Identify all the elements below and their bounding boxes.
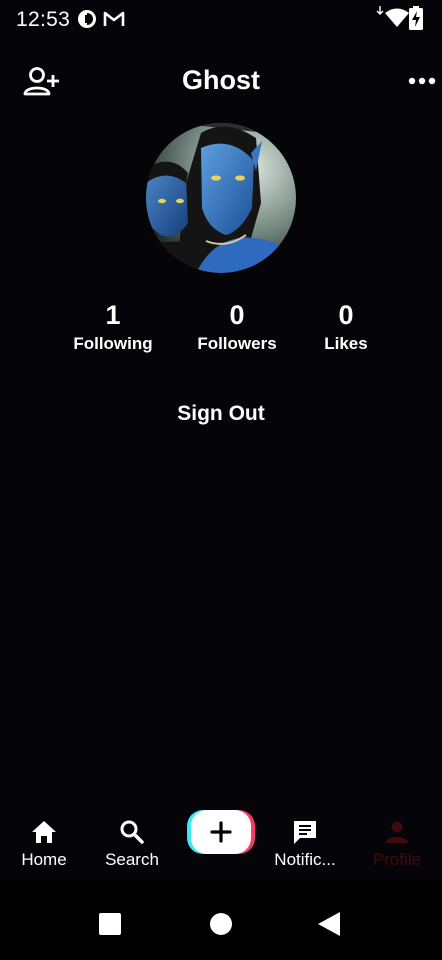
sign-out-button[interactable]: Sign Out <box>0 402 442 426</box>
nav-search-label: Search <box>105 850 159 869</box>
profile-screen: 12:53 Ghost 1 Following 0 Followers 0 Li… <box>0 0 442 880</box>
nav-notifications-label: Notific... <box>274 850 336 869</box>
nav-search[interactable]: Search <box>88 816 176 870</box>
person-icon <box>353 816 441 848</box>
nav-profile-label: Profile <box>372 850 422 869</box>
battery-charging-icon <box>409 6 423 30</box>
gmail-icon <box>103 9 125 29</box>
more-horizontal-icon[interactable] <box>408 68 436 96</box>
wifi-icon <box>385 8 409 28</box>
likes-label: Likes <box>324 334 368 353</box>
search-icon <box>88 816 176 848</box>
stat-following[interactable]: 1 Following <box>58 298 168 354</box>
home-circle-icon[interactable] <box>210 913 232 940</box>
stat-followers[interactable]: 0 Followers <box>182 298 292 354</box>
likes-count: 0 <box>338 300 354 330</box>
following-count: 1 <box>105 300 121 330</box>
nav-home-label: Home <box>21 850 67 869</box>
followers-count: 0 <box>229 300 245 330</box>
nav-home[interactable]: Home <box>0 816 88 870</box>
followers-label: Followers <box>197 334 277 353</box>
profile-header: Ghost <box>0 56 442 108</box>
status-time: 12:53 <box>16 8 71 31</box>
system-nav-bar <box>0 880 442 960</box>
following-label: Following <box>73 334 153 353</box>
create-button[interactable] <box>187 809 255 855</box>
profile-avatar-image[interactable] <box>146 123 296 273</box>
status-bar: 12:53 <box>0 0 442 40</box>
recents-square-icon[interactable] <box>99 913 121 940</box>
stat-likes[interactable]: 0 Likes <box>306 298 386 354</box>
page-title: Ghost <box>182 65 260 95</box>
back-triangle-icon[interactable] <box>318 912 340 941</box>
download-arrow-icon <box>375 5 385 17</box>
pie-status-icon <box>77 9 97 29</box>
bottom-nav: Home Search Notific... Profile <box>0 806 442 880</box>
message-icon <box>261 816 349 848</box>
nav-notifications[interactable]: Notific... <box>261 816 349 870</box>
nav-profile[interactable]: Profile <box>353 816 441 870</box>
home-icon <box>0 816 88 848</box>
